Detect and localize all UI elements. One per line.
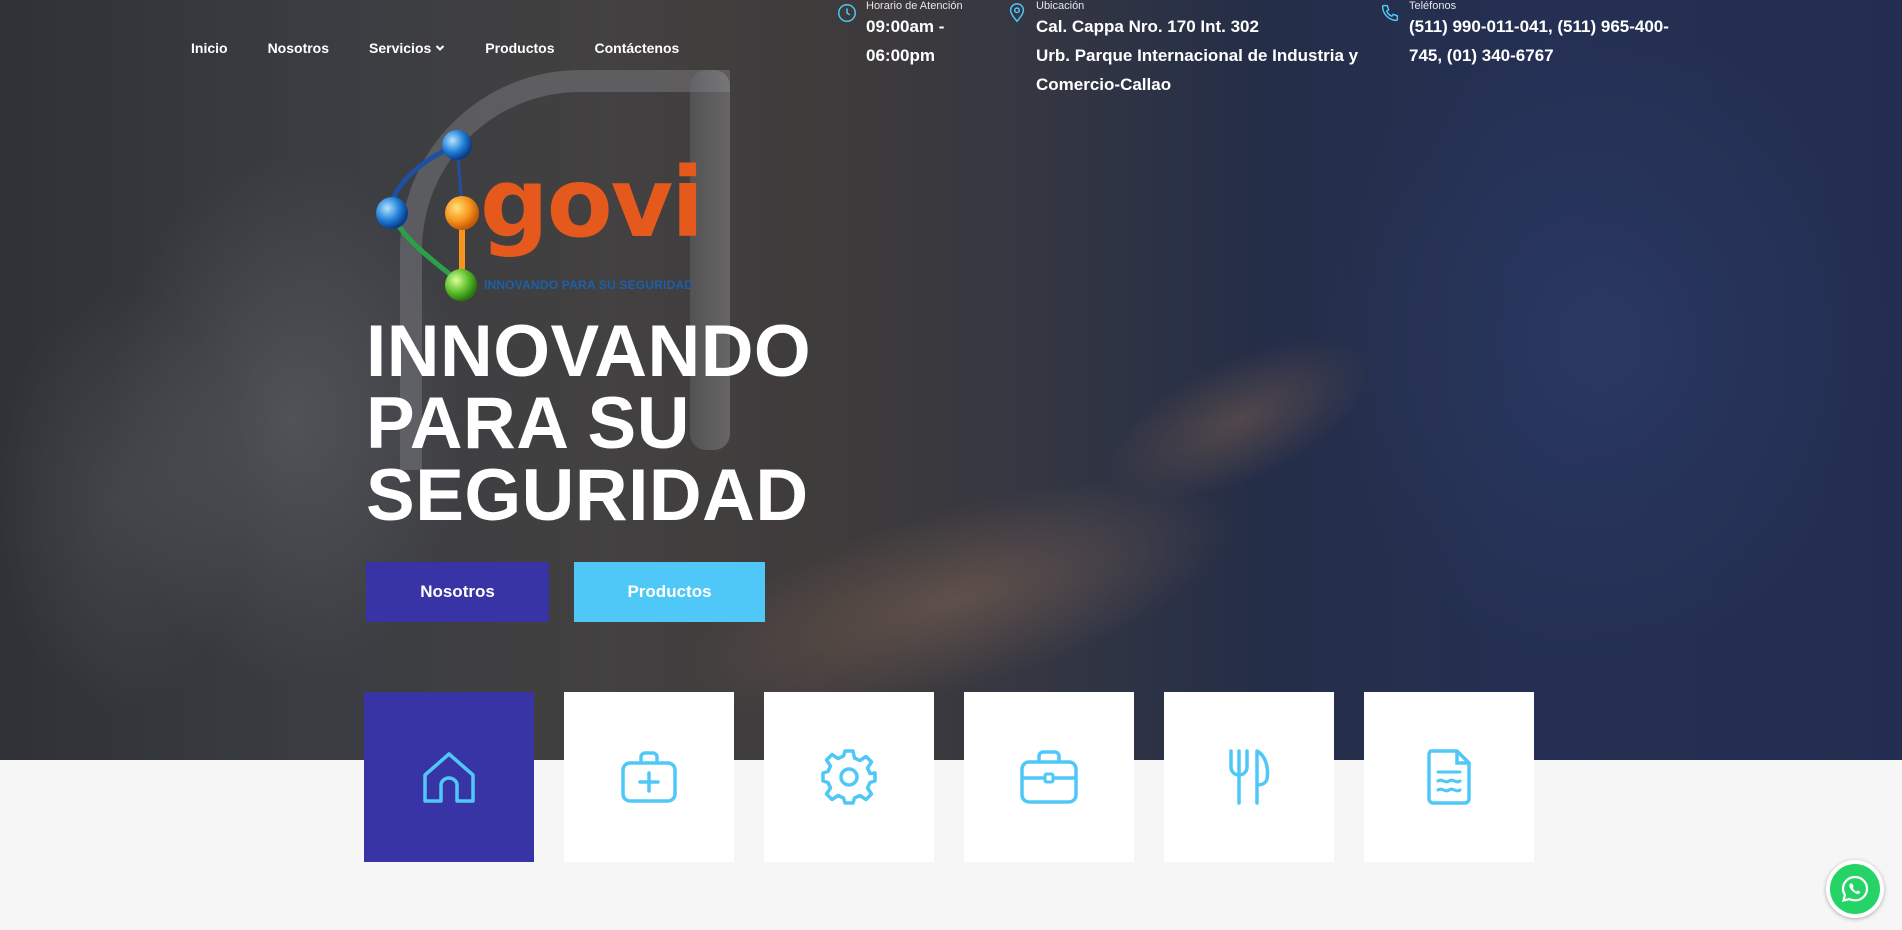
service-tile-home[interactable] xyxy=(364,692,534,862)
nav-label: Contáctenos xyxy=(594,40,680,56)
chevron-down-icon xyxy=(436,45,445,51)
hero-headline: INNOVANDO PARA SU SEGURIDAD xyxy=(366,311,812,536)
nav-label: Inicio xyxy=(191,40,228,56)
nav-label: Nosotros xyxy=(267,40,330,56)
info-hours-line1: 09:00am - xyxy=(866,17,945,36)
info-location-line3: Comercio-Callao xyxy=(1036,75,1172,94)
info-hours-title: Horario de Atención xyxy=(866,0,963,12)
nav-item-servicios[interactable]: Servicios xyxy=(369,40,445,56)
brand-logo[interactable]: govi INNOVANDO PARA SU SEGURIDAD xyxy=(370,125,730,305)
briefcase-icon xyxy=(1020,750,1078,804)
info-location-title: Ubicación xyxy=(1036,0,1085,12)
info-location-line2: Urb. Parque Internacional de Industria y xyxy=(1036,46,1359,65)
service-tile-documents[interactable] xyxy=(1364,692,1534,862)
nav-label: Servicios xyxy=(369,40,432,56)
gear-icon xyxy=(821,749,877,805)
info-location: Ubicación Cal. Cappa Nro. 170 Int. 302 U… xyxy=(1006,0,1358,99)
home-icon xyxy=(423,752,475,803)
whatsapp-button[interactable] xyxy=(1826,860,1884,918)
headline-line-1: INNOVANDO xyxy=(366,311,812,392)
headline-line-2: PARA SU xyxy=(366,383,690,464)
document-icon xyxy=(1427,749,1471,805)
nav-label: Productos xyxy=(485,40,555,56)
whatsapp-icon xyxy=(1841,875,1869,903)
fork-knife-icon xyxy=(1229,749,1270,805)
clock-icon xyxy=(838,4,856,22)
main-nav: Inicio Nosotros Servicios Productos Cont… xyxy=(191,40,719,56)
info-phones-line2[interactable]: 745, (01) 340-6767 xyxy=(1409,41,1669,70)
info-phones-line1[interactable]: (511) 990-011-041, (511) 965-400- xyxy=(1409,12,1669,41)
hero-section xyxy=(0,0,1902,760)
phone-icon xyxy=(1381,4,1399,22)
headline-line-3: SEGURIDAD xyxy=(366,455,809,536)
nav-item-inicio[interactable]: Inicio xyxy=(191,40,228,56)
nav-item-nosotros[interactable]: Nosotros xyxy=(268,40,329,56)
nav-item-productos[interactable]: Productos xyxy=(485,40,554,56)
info-hours: Horario de Atención 09:00am - 06:00pm xyxy=(836,0,963,70)
hero-overlay xyxy=(0,0,1902,760)
productos-button[interactable]: Productos xyxy=(574,562,765,622)
logo-wordmark: govi xyxy=(480,147,704,259)
service-tile-business[interactable] xyxy=(964,692,1134,862)
info-hours-line2: 06:00pm xyxy=(866,46,935,65)
info-location-line1: Cal. Cappa Nro. 170 Int. 302 xyxy=(1036,17,1259,36)
whatsapp-badge xyxy=(1830,864,1880,914)
nosotros-button[interactable]: Nosotros xyxy=(366,562,549,622)
service-tile-settings[interactable] xyxy=(764,692,934,862)
map-pin-icon xyxy=(1009,3,1025,23)
info-phones-title: Teléfonos xyxy=(1409,0,1457,12)
logo-tagline: INNOVANDO PARA SU SEGURIDAD xyxy=(484,278,694,292)
medical-kit-icon xyxy=(621,751,677,803)
service-tile-medical[interactable] xyxy=(564,692,734,862)
info-phones: Teléfonos (511) 990-011-041, (511) 965-4… xyxy=(1379,0,1669,70)
nav-item-contactenos[interactable]: Contáctenos xyxy=(595,40,680,56)
service-tile-food[interactable] xyxy=(1164,692,1334,862)
